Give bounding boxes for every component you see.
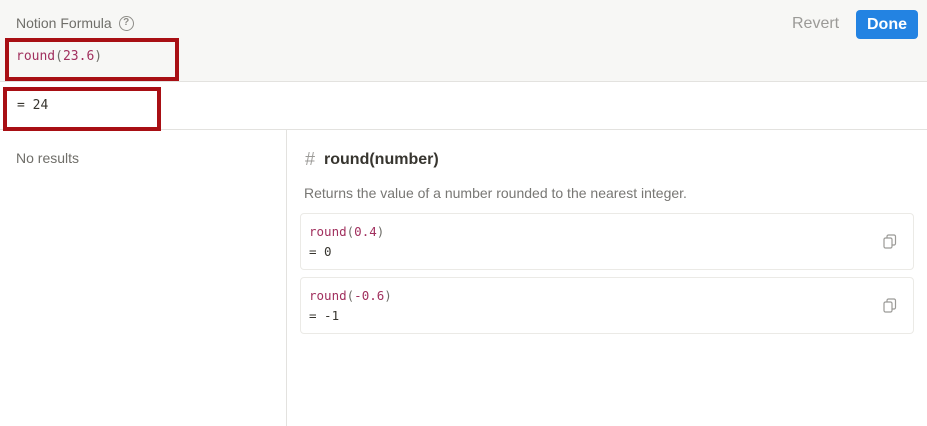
number-hash-icon: # xyxy=(305,149,316,169)
example-code: round(-0.6) xyxy=(309,288,392,303)
help-icon[interactable]: ? xyxy=(118,15,134,31)
revert-button[interactable]: Revert xyxy=(792,15,839,33)
example-result: = -1 xyxy=(309,308,340,323)
formula-function: round xyxy=(16,49,56,64)
example-card: round(-0.6) = -1 xyxy=(300,277,914,334)
doc-description: Returns the value of a number rounded to… xyxy=(304,185,687,201)
formula-argument: 23.6 xyxy=(62,49,95,64)
example-argument: -0.6 xyxy=(354,288,385,303)
example-argument: 0.4 xyxy=(354,224,377,239)
done-button[interactable]: Done xyxy=(856,10,918,39)
example-close-paren: ) xyxy=(376,224,385,239)
example-close-paren: ) xyxy=(384,288,392,303)
copy-icon[interactable] xyxy=(883,234,897,250)
function-doc-panel: # round(number) Returns the value of a n… xyxy=(287,130,927,426)
result-value: = 24 xyxy=(17,98,49,113)
doc-heading: # round(number) xyxy=(305,149,439,170)
no-results-text: No results xyxy=(16,150,80,166)
example-code: round(0.4) xyxy=(309,224,384,239)
page-title: Notion Formula xyxy=(16,15,112,31)
example-result: = 0 xyxy=(309,244,332,259)
formula-open-paren: ( xyxy=(55,49,63,64)
doc-title: round(number) xyxy=(324,150,439,168)
example-function: round xyxy=(309,288,347,303)
example-card: round(0.4) = 0 xyxy=(300,213,914,270)
result-bar: = 24 xyxy=(0,82,927,130)
formula-close-paren: ) xyxy=(94,49,103,64)
title-row: Notion Formula ? xyxy=(16,15,134,31)
example-function: round xyxy=(309,224,347,239)
formula-input[interactable]: round(23.6) xyxy=(16,49,102,64)
copy-icon[interactable] xyxy=(883,298,897,314)
formula-header: Notion Formula ? Revert Done round(23.6) xyxy=(0,0,927,82)
suggestion-list: No results xyxy=(0,130,287,426)
